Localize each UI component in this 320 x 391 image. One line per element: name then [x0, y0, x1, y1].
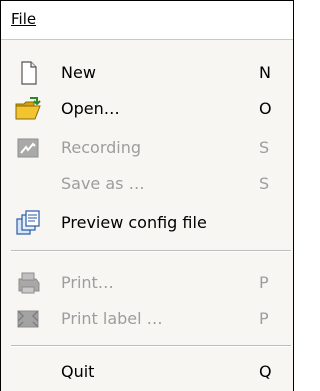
menu-item-quit-label: Quit [61, 362, 95, 381]
menu-item-print-label: Print… [61, 273, 114, 292]
menu-item-print[interactable]: Print… P [1, 265, 293, 302]
menubar: File [1, 1, 293, 39]
menu-item-quit-shortcut: Q [259, 362, 272, 381]
menu-item-print-label[interactable]: Print label … P [1, 301, 293, 338]
recording-icon [17, 138, 39, 158]
menu-item-open-shortcut: O [259, 99, 272, 118]
open-folder-icon [15, 97, 41, 120]
menu-item-recording-shortcut: S [259, 138, 270, 157]
separator [11, 250, 291, 252]
new-document-icon [21, 61, 37, 85]
menu-item-preview-config-file[interactable]: Preview config file [1, 205, 293, 242]
file-menu-title[interactable]: File [11, 10, 36, 28]
menu-item-save-as-label: Save as … [61, 174, 145, 193]
menu-item-save-as-shortcut: S [259, 174, 270, 193]
menu-item-save-as[interactable]: Save as … S [1, 166, 293, 203]
menu-item-new-shortcut: N [259, 63, 271, 82]
file-dropdown-menu: New N Open… O Recording S Save as … S Pr… [1, 39, 293, 391]
menu-item-print-shortcut: P [259, 273, 269, 292]
menu-item-new[interactable]: New N [1, 55, 293, 92]
menu-item-open[interactable]: Open… O [1, 91, 293, 128]
file-menu-title-text: File [11, 10, 37, 28]
menu-item-print-label-label: Print label … [61, 309, 163, 328]
menu-item-recording[interactable]: Recording S [1, 130, 293, 167]
menu-item-quit[interactable]: Quit Q [1, 354, 293, 391]
printer-icon [18, 272, 40, 294]
file-menu-window: File New N Open… O Recording S Save as …… [0, 0, 294, 391]
menu-item-recording-label: Recording [61, 138, 142, 157]
menu-item-preview-config-file-label: Preview config file [61, 213, 207, 232]
separator [11, 345, 291, 347]
print-label-icon [17, 310, 39, 328]
preview-copy-icon [16, 210, 40, 235]
menu-item-new-label: New [61, 63, 96, 82]
menu-item-print-label-shortcut: P [259, 309, 269, 328]
menu-item-open-label: Open… [61, 99, 120, 118]
